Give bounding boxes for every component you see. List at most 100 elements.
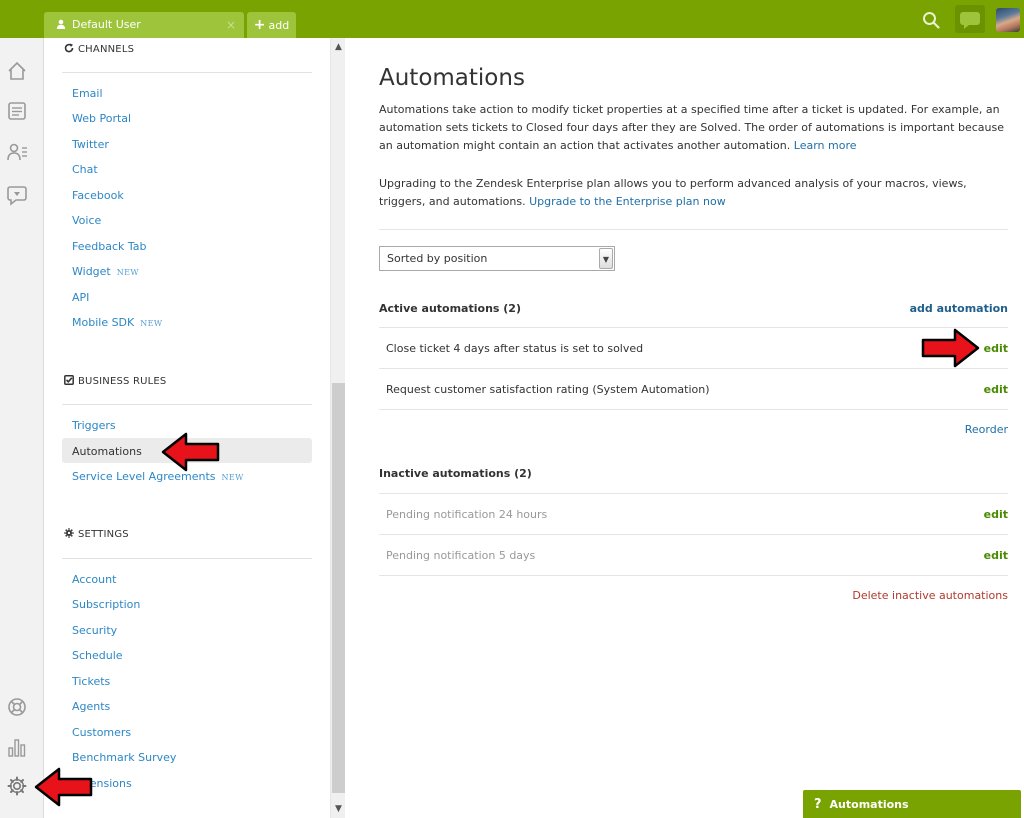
sort-select[interactable]: Sorted by position ▼ [379,246,615,271]
inactive-automations-header: Inactive automations (2) [379,467,532,480]
edit-link[interactable]: edit [984,508,1008,521]
reorder-link[interactable]: Reorder [965,423,1008,436]
sidebar-item-security[interactable]: Security [72,624,117,637]
divider [62,404,312,405]
sidebar-item-label: Widget [72,265,111,278]
checkbox-icon [64,375,74,385]
add-tab-button[interactable]: + add [247,12,296,38]
reporting-chat-icon[interactable] [6,184,28,206]
sidebar-item-label: Triggers [72,419,116,432]
divider [379,229,1008,230]
sidebar-item-voice[interactable]: Voice [72,214,101,227]
sidebar-item-facebook[interactable]: Facebook [72,189,124,202]
help-ring-icon[interactable] [6,696,28,718]
sidebar-item-feedback-tab[interactable]: Feedback Tab [72,240,147,253]
sidebar-item-label: Account [72,573,117,586]
new-badge: NEW [140,319,163,328]
section-title-business-rules: BUSINESS RULES [64,375,166,387]
sidebar-item-customers[interactable]: Customers [72,726,131,739]
sidebar-item-label: Twitter [72,138,109,151]
scroll-down-icon[interactable]: ▼ [331,802,346,816]
sidebar-scrollbar[interactable]: ▲ ▼ [330,38,345,818]
sidebar-item-tickets[interactable]: Tickets [72,675,110,688]
sidebar-item-triggers[interactable]: Triggers [72,419,116,432]
refresh-icon [64,43,74,53]
main-content: Automations Automations take action to m… [345,38,1024,818]
sidebar-item-web-portal[interactable]: Web Portal [72,112,131,125]
sidebar-item-widget[interactable]: Widget NEW [72,265,139,278]
annotation-arrow-left-icon [161,432,220,472]
divider [379,327,1008,328]
automation-row-label[interactable]: Pending notification 5 days [386,549,535,562]
sidebar-item-benchmark-survey[interactable]: Benchmark Survey [72,751,176,764]
views-icon[interactable] [6,100,28,122]
question-icon: ? [814,797,822,812]
new-badge: NEW [221,473,244,482]
sidebar-item-label: Chat [72,163,98,176]
customers-icon[interactable] [6,141,28,163]
avatar[interactable] [996,8,1020,32]
chat-bubble-icon [960,12,980,29]
settings-sidebar: CHANNELS Email Web Portal Twitter Chat F… [45,38,330,818]
close-icon[interactable]: × [226,12,236,38]
scroll-up-icon[interactable]: ▲ [331,40,346,54]
sidebar-item-chat[interactable]: Chat [72,163,98,176]
sidebar-item-api[interactable]: API [72,291,89,304]
sidebar-item-mobile-sdk[interactable]: Mobile SDK NEW [72,316,163,329]
sidebar-item-subscription[interactable]: Subscription [72,598,140,611]
learn-more-link[interactable]: Learn more [794,139,857,152]
sidebar-item-label: Security [72,624,118,637]
sidebar-item-twitter[interactable]: Twitter [72,138,109,151]
divider [379,534,1008,535]
sidebar-item-label: Mobile SDK [72,316,135,329]
sidebar-item-label: Subscription [72,598,141,611]
automation-row-label[interactable]: Pending notification 24 hours [386,508,547,521]
scroll-thumb[interactable] [332,383,345,793]
new-badge: NEW [116,268,140,277]
help-widget-button[interactable]: ? Automations [803,790,1021,818]
sidebar-item-label: Schedule [72,649,123,662]
gear-icon[interactable] [6,775,28,797]
automation-row-label[interactable]: Close ticket 4 days after status is set … [386,342,643,355]
page-title: Automations [379,65,525,91]
help-widget-label: Automations [829,798,909,811]
upgrade-link[interactable]: Upgrade to the Enterprise plan now [529,195,726,208]
tab-user-label: Default User [72,18,141,31]
annotation-arrow-left-icon [34,767,93,807]
edit-link[interactable]: edit [984,383,1008,396]
left-rail [0,38,44,818]
sidebar-item-label: Tickets [72,675,111,688]
sidebar-item-label: Customers [72,726,132,739]
delete-inactive-link[interactable]: Delete inactive automations [852,589,1008,602]
sidebar-item-label: Voice [72,214,102,227]
sidebar-item-schedule[interactable]: Schedule [72,649,123,662]
tab-default-user[interactable]: Default User × [44,12,244,38]
sidebar-item-label: Benchmark Survey [72,751,177,764]
automation-row-label[interactable]: Request customer satisfaction rating (Sy… [386,383,710,396]
search-icon[interactable] [922,11,940,29]
chevron-down-icon: ▼ [599,248,613,269]
bar-chart-icon[interactable] [6,736,28,758]
sidebar-item-label[interactable]: Automations [72,445,142,458]
user-icon [56,19,66,29]
sidebar-item-label: Agents [72,700,111,713]
divider [62,72,312,73]
section-title-channels-label: CHANNELS [78,44,135,55]
sidebar-item-account[interactable]: Account [72,573,116,586]
edit-link[interactable]: edit [984,549,1008,562]
section-title-settings-label: SETTINGS [78,529,129,540]
home-icon[interactable] [6,60,28,82]
edit-link[interactable]: edit [984,342,1008,355]
sidebar-item-label: Facebook [72,189,124,202]
sidebar-item-label: Feedback Tab [72,240,147,253]
sidebar-item-email[interactable]: Email [72,87,103,100]
add-tab-label: add [268,19,290,32]
add-automation-link[interactable]: add automation [910,302,1008,315]
sidebar-item-label: Web Portal [72,112,132,125]
sidebar-item-agents[interactable]: Agents [72,700,110,713]
plus-icon: + [253,17,266,33]
chat-icon[interactable] [955,5,985,33]
annotation-arrow-right-icon [921,328,980,368]
divider [379,368,1008,369]
divider [62,558,312,559]
